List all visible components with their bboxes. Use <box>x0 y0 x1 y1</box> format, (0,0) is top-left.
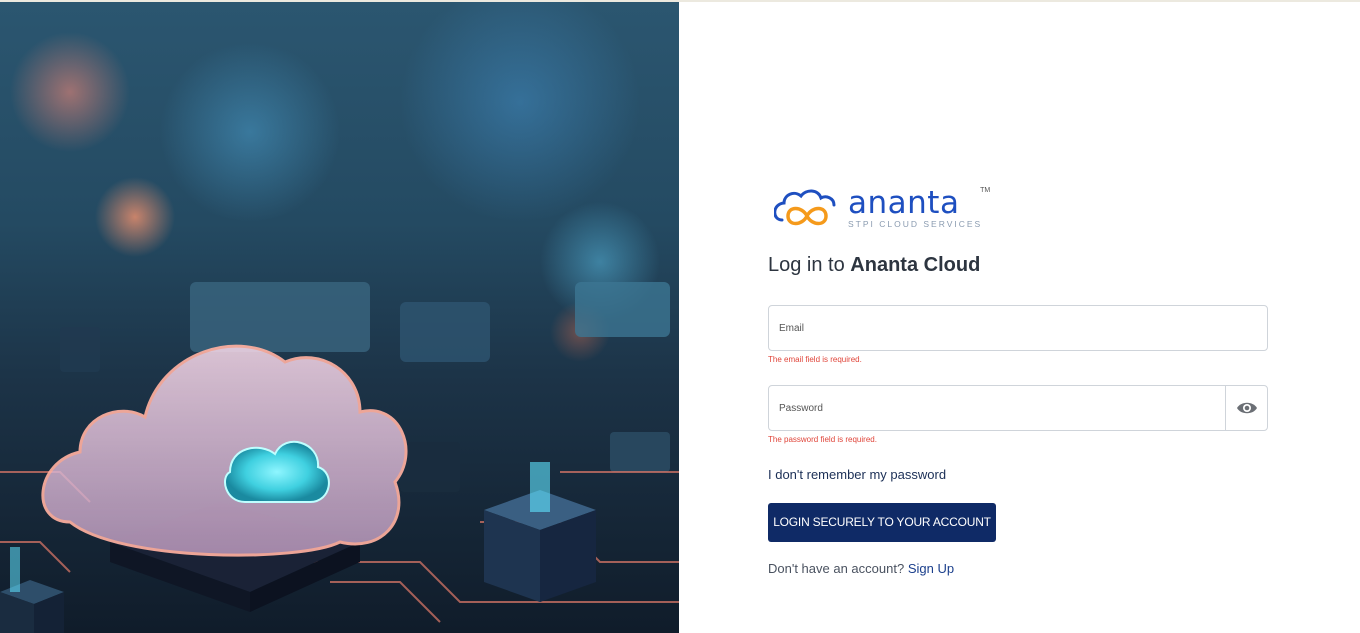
signup-prompt: Don't have an account? <box>768 561 908 576</box>
password-error: The password field is required. <box>768 435 877 444</box>
login-button[interactable]: LOGIN SECURELY TO YOUR ACCOUNT <box>768 503 996 542</box>
cloud-circuit-illustration <box>0 282 679 633</box>
password-field[interactable] <box>768 385 1268 431</box>
toggle-password-visibility-button[interactable] <box>1225 386 1267 430</box>
email-error: The email field is required. <box>768 355 862 364</box>
email-field[interactable] <box>768 305 1268 351</box>
logo-tagline: STPI CLOUD SERVICES <box>848 219 983 229</box>
eye-icon <box>1236 402 1257 414</box>
signup-link[interactable]: Sign Up <box>908 561 954 576</box>
logo-wordmark: ananta <box>848 185 960 221</box>
infinity-cloud-icon <box>774 189 836 226</box>
hero-image <box>0 2 679 633</box>
ananta-logo: ananta TM STPI CLOUD SERVICES <box>774 184 1268 232</box>
title-prefix: Log in to <box>768 254 851 276</box>
login-panel: ananta TM STPI CLOUD SERVICES Log in to … <box>768 184 1268 576</box>
title-brand: Ananta Cloud <box>850 254 981 276</box>
email-input[interactable] <box>769 306 1267 350</box>
forgot-password-link[interactable]: I don't remember my password <box>768 467 946 482</box>
signup-row: Don't have an account? Sign Up <box>768 561 1268 576</box>
password-input[interactable] <box>769 386 1225 430</box>
page-title: Log in to Ananta Cloud <box>768 252 1268 278</box>
trademark-mark: TM <box>980 187 991 194</box>
